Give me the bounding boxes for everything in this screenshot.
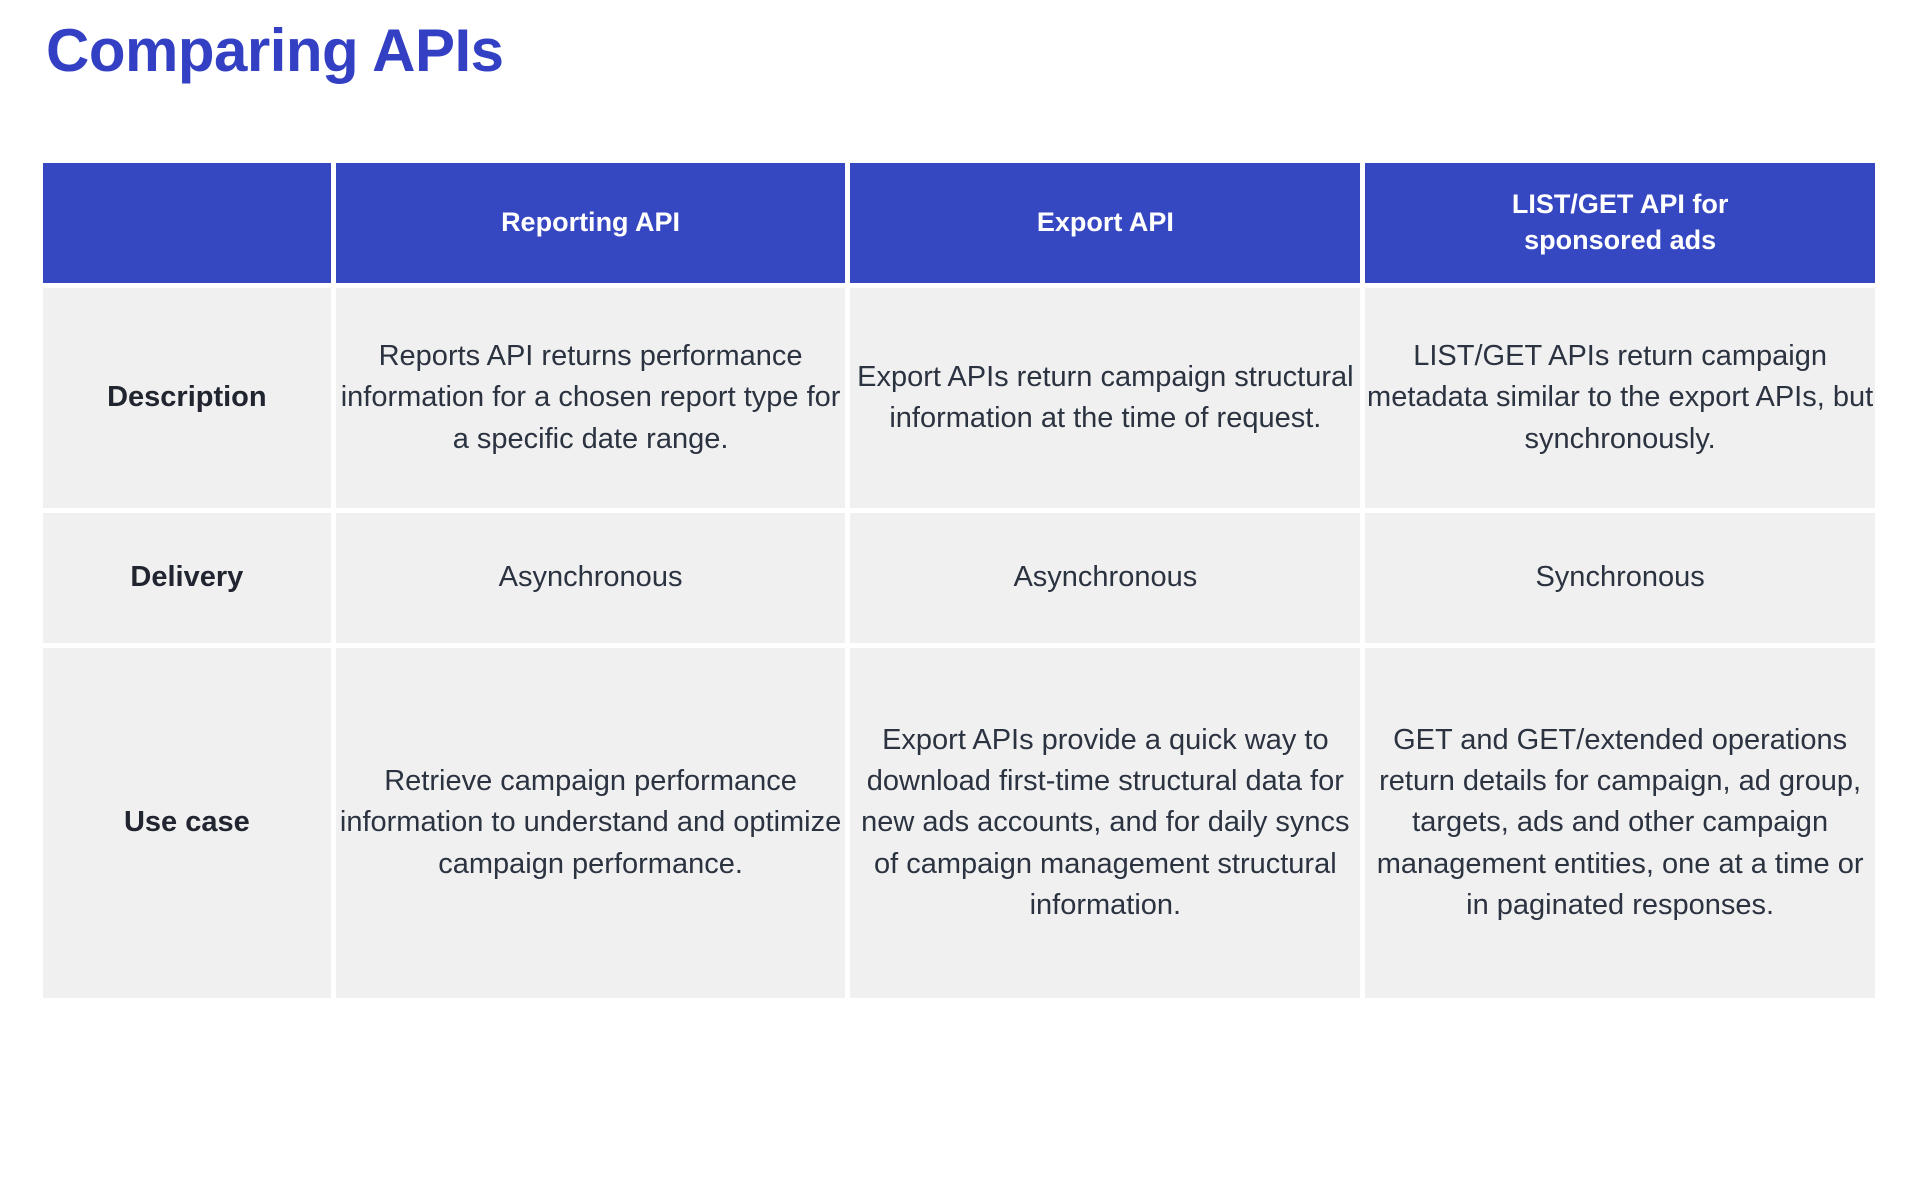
column-header-listget-api-line1: LIST/GET API for [1511,189,1729,220]
row-label-delivery: Delivery [43,513,331,643]
table-row-use-case: Use case Retrieve campaign performance i… [43,648,1875,998]
column-header-blank [43,163,331,283]
column-header-listget-api: LIST/GET API for sponsored ads [1365,163,1875,283]
cell-use-case-reporting-api: Retrieve campaign performance informatio… [335,648,846,998]
column-header-export-api: Export API [850,163,1361,283]
row-label-use-case: Use case [43,648,331,998]
cell-delivery-export-api: Asynchronous [850,513,1361,643]
column-header-listget-api-line2: sponsored ads [1524,225,1717,255]
cell-use-case-listget-api: GET and GET/extended operations return d… [1365,648,1875,998]
cell-description-reporting-api: Reports API returns performance informat… [335,288,846,508]
cell-use-case-export-api: Export APIs provide a quick way to downl… [850,648,1361,998]
table-row-delivery: Delivery Asynchronous Asynchronous Synch… [43,513,1875,643]
table-header: Reporting API Export API LIST/GET API fo… [43,163,1875,283]
cell-description-listget-api: LIST/GET APIs return campaign metadata s… [1365,288,1875,508]
table-header-row: Reporting API Export API LIST/GET API fo… [43,163,1875,283]
row-label-description: Description [43,288,331,508]
cell-delivery-reporting-api: Asynchronous [335,513,846,643]
table-body: Description Reports API returns performa… [43,288,1875,998]
slide-page: Comparing APIs Reporting API Export API … [0,0,1920,1200]
api-comparison-table: Reporting API Export API LIST/GET API fo… [38,158,1880,1003]
table-row-description: Description Reports API returns performa… [43,288,1875,508]
page-title: Comparing APIs [46,17,504,84]
cell-description-export-api: Export APIs return campaign structural i… [850,288,1361,508]
column-header-reporting-api: Reporting API [335,163,846,283]
cell-delivery-listget-api: Synchronous [1365,513,1875,643]
